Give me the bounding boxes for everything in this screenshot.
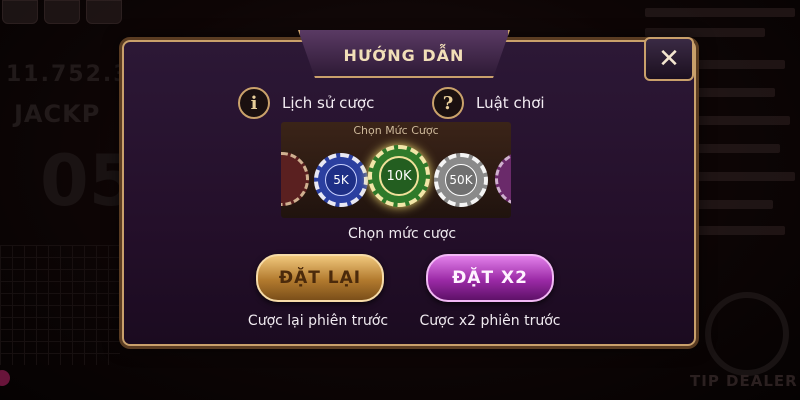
chip-selector-preview: Chọn Mức Cược 5K 10K 50K (281, 122, 511, 218)
question-icon: ? (432, 87, 464, 119)
double-bet-caption: Cược x2 phiên trước (419, 313, 561, 329)
game-rules-label: Luật chơi (476, 94, 545, 112)
info-icon: i (238, 87, 270, 119)
chip-10k-label: 10K (379, 156, 419, 196)
chip-5k: 5K (314, 153, 368, 207)
chip-caption: Chọn mức cược (347, 226, 457, 242)
rebet-caption: Cược lại phiên trước (247, 313, 389, 329)
chip-50k: 50K (434, 153, 488, 207)
bet-history-link[interactable]: i Lịch sử cược (238, 87, 374, 119)
dialog-title: HƯỚNG DẪN (343, 45, 465, 65)
rebet-button[interactable]: ĐẶT LẠI (256, 254, 384, 302)
chip-50k-label: 50K (445, 164, 477, 196)
chip-partial-right (495, 152, 511, 206)
game-rules-link[interactable]: ? Luật chơi (432, 87, 545, 119)
chip-5k-label: 5K (325, 164, 357, 196)
chip-partial-left (281, 152, 309, 206)
bet-history-label: Lịch sử cược (282, 94, 375, 112)
close-button[interactable]: ✕ (644, 37, 694, 81)
chip-10k: 10K (368, 145, 430, 207)
close-icon: ✕ (658, 44, 680, 74)
chip-panel-title: Chọn Mức Cược (353, 124, 439, 137)
double-bet-button[interactable]: ĐẶT X2 (426, 254, 554, 302)
dialog-title-tab: HƯỚNG DẪN (298, 30, 510, 78)
